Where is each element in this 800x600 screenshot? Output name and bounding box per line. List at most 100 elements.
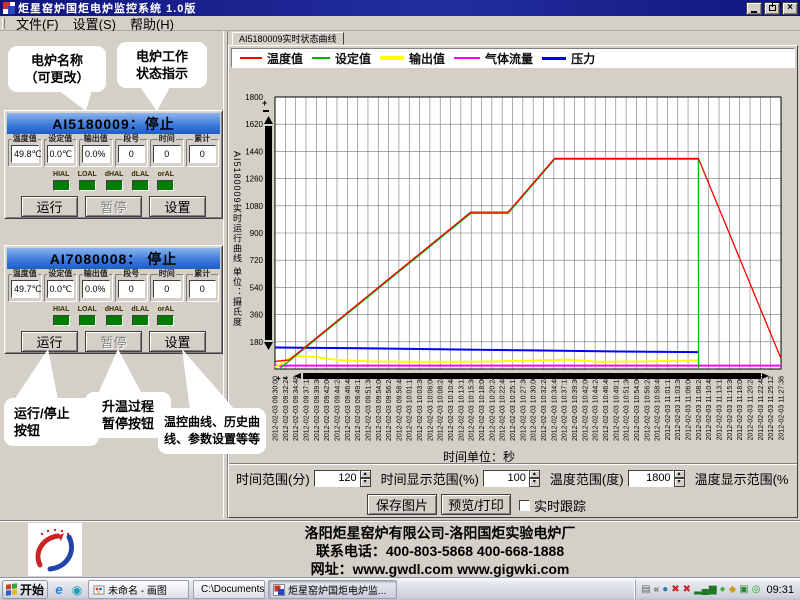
tab-realtime-curve[interactable]: AI5180009实时状态曲线	[232, 32, 344, 45]
menu-file[interactable]: 文件(F)	[9, 14, 66, 33]
field-temperature-value: 49.8℃	[11, 145, 39, 163]
collapse-chevron-icon[interactable]: «	[654, 585, 660, 595]
field-output-value: 0.0%	[82, 145, 110, 163]
messenger-status-icon[interactable]: ●	[720, 585, 726, 595]
alarm-led	[132, 315, 149, 326]
menu-settings[interactable]: 设置(S)	[66, 14, 123, 33]
furnace-2-header[interactable]: AI7080008： 停止	[7, 248, 220, 269]
menu-help[interactable]: 帮助(H)	[123, 14, 181, 33]
svg-text:2012-02-03 10:30:00: 2012-02-03 10:30:00	[531, 376, 538, 441]
svg-text:2012-02-03 10:22:48: 2012-02-03 10:22:48	[500, 376, 507, 441]
temp-range-input[interactable]	[628, 470, 674, 487]
settings-button[interactable]: 设置	[149, 196, 206, 217]
svg-text:900: 900	[250, 229, 264, 238]
minimize-button[interactable]	[746, 2, 762, 15]
alarm-indicator: LOAL	[78, 306, 97, 328]
alarm-led	[157, 180, 174, 191]
status-green-icon[interactable]: ●	[662, 585, 668, 595]
legend-swatch	[380, 56, 404, 60]
chart-x-tick-labels: 2012-02-03 09:30:002012-02-03 09:32:2420…	[273, 376, 786, 441]
security-shield-icon[interactable]: ◆	[729, 585, 737, 595]
restore-button[interactable]	[764, 2, 780, 15]
close-button[interactable]: ×	[782, 2, 798, 15]
task-button-monitor-app[interactable]: 炬星窑炉国炬电炉监...	[268, 580, 397, 599]
settings-button[interactable]: 设置	[149, 331, 206, 352]
legend-item-pressure: 压力	[542, 50, 595, 67]
furnace-panel-2: AI7080008： 停止 温度值49.7℃ 设定值0.0℃ 输出值0.0% 段…	[4, 245, 223, 354]
network-disconnected-icon[interactable]: ✖	[671, 585, 679, 595]
task-button-explorer[interactable]: C:\Documents and Se...	[193, 580, 265, 599]
paint-icon	[93, 584, 105, 596]
update-icon[interactable]: ◎	[752, 585, 761, 595]
field-temperature-value: 49.7℃	[11, 280, 39, 298]
svg-text:2012-02-03 09:44:24: 2012-02-03 09:44:24	[334, 376, 341, 441]
pause-button[interactable]: 暂停	[85, 331, 142, 352]
svg-text:2012-02-03 10:56:24: 2012-02-03 10:56:24	[644, 376, 651, 441]
chart-frame: 温度值 设定值 输出值 气体流量 压力 AI5180009实时运行曲线 单位：摄…	[228, 45, 798, 518]
task-button-paint[interactable]: 未命名 - 画图	[88, 580, 189, 599]
run-button[interactable]: 运行	[21, 196, 78, 217]
field-setpoint-value: 0.0℃	[47, 145, 75, 163]
spin-down-icon[interactable]: ▾	[529, 478, 540, 487]
svg-text:1440: 1440	[245, 147, 263, 156]
preview-print-button[interactable]: 预览/打印	[441, 494, 511, 515]
svg-text:2012-02-03 09:49:12: 2012-02-03 09:49:12	[355, 376, 362, 441]
field-time: 时间0	[150, 274, 184, 302]
svg-text:1260: 1260	[245, 175, 263, 184]
svg-text:2012-02-03 11:27:36: 2012-02-03 11:27:36	[779, 376, 786, 441]
alarm-indicator: LOAL	[78, 171, 97, 193]
minimize-icon	[751, 11, 757, 13]
furnace-app-icon	[273, 584, 285, 596]
spin-down-icon[interactable]: ▾	[674, 478, 685, 487]
spin-up-icon[interactable]: ▴	[529, 470, 540, 479]
realtime-track-label: 实时跟踪	[534, 496, 586, 515]
spin-up-icon[interactable]: ▴	[360, 470, 371, 479]
svg-text:2012-02-03 10:13:12: 2012-02-03 10:13:12	[458, 376, 465, 441]
svg-text:1800: 1800	[245, 93, 263, 102]
pause-button[interactable]: 暂停	[85, 196, 142, 217]
field-time: 时间0	[150, 139, 184, 167]
realtime-track-checkbox[interactable]	[519, 500, 530, 511]
legend-item-setpoint: 设定值	[312, 50, 371, 67]
svg-text:2012-02-03 10:44:24: 2012-02-03 10:44:24	[593, 376, 600, 441]
time-range-label: 时间范围(分)	[236, 469, 310, 488]
network-disconnected-icon-2[interactable]: ✖	[683, 585, 691, 595]
alarm-indicator: orAL	[157, 171, 174, 193]
save-image-button[interactable]: 保存图片	[367, 494, 437, 515]
messenger-icon[interactable]: ◉	[70, 584, 84, 596]
svg-text:1080: 1080	[245, 202, 263, 211]
alarm-led	[106, 180, 123, 191]
field-segment-value: 0	[118, 145, 146, 163]
legend-swatch	[542, 57, 566, 60]
svg-text:1620: 1620	[245, 120, 263, 129]
field-output: 输出值0.0%	[79, 274, 113, 302]
menu-grip	[2, 18, 5, 29]
svg-text:2012-02-03 10:10:48: 2012-02-03 10:10:48	[448, 376, 455, 441]
svg-text:2012-02-03 10:51:36: 2012-02-03 10:51:36	[624, 376, 631, 441]
signal-strength-icon[interactable]: ▂▄▆	[694, 585, 716, 595]
svg-text:2012-02-03 09:39:36: 2012-02-03 09:39:36	[314, 376, 321, 441]
svg-text:+ −: + −	[276, 374, 288, 383]
ie-icon[interactable]: e	[52, 584, 66, 596]
svg-text:2012-02-03 09:34:48: 2012-02-03 09:34:48	[293, 376, 300, 441]
run-button[interactable]: 运行	[21, 331, 78, 352]
spin-down-icon[interactable]: ▾	[360, 478, 371, 487]
furnace-1-header[interactable]: AI5180009：停止	[7, 113, 220, 134]
svg-text:2012-02-03 10:20:24: 2012-02-03 10:20:24	[489, 376, 496, 441]
spin-up-icon[interactable]: ▴	[674, 470, 685, 479]
time-display-input[interactable]	[483, 470, 529, 487]
chart-plot: 180016201440126010809007205403601802012-…	[229, 70, 795, 462]
svg-text:2012-02-03 11:15:36: 2012-02-03 11:15:36	[727, 376, 734, 441]
media-icon[interactable]: ▣	[739, 585, 748, 595]
legend-swatch	[240, 57, 262, 59]
furnace-1-fields: 温度值49.8℃ 设定值0.0℃ 输出值0.0% 段号0 时间0 累计0	[5, 136, 222, 167]
taskbar: 开始 e ◉ ☎ » 未命名 - 画图 C:\Documents and Se.…	[0, 577, 800, 600]
legend-item-output: 输出值	[380, 50, 445, 67]
field-total-value: 0	[189, 280, 217, 298]
footer-website: 网址：www.gwdl.com www.gigwki.com	[120, 560, 760, 578]
temp-range-label: 温度范围(度)	[550, 469, 624, 488]
field-time-value: 0	[153, 145, 181, 163]
document-icon[interactable]: ▤	[641, 585, 650, 595]
time-range-input[interactable]	[314, 470, 360, 487]
start-button[interactable]: 开始	[2, 580, 48, 599]
